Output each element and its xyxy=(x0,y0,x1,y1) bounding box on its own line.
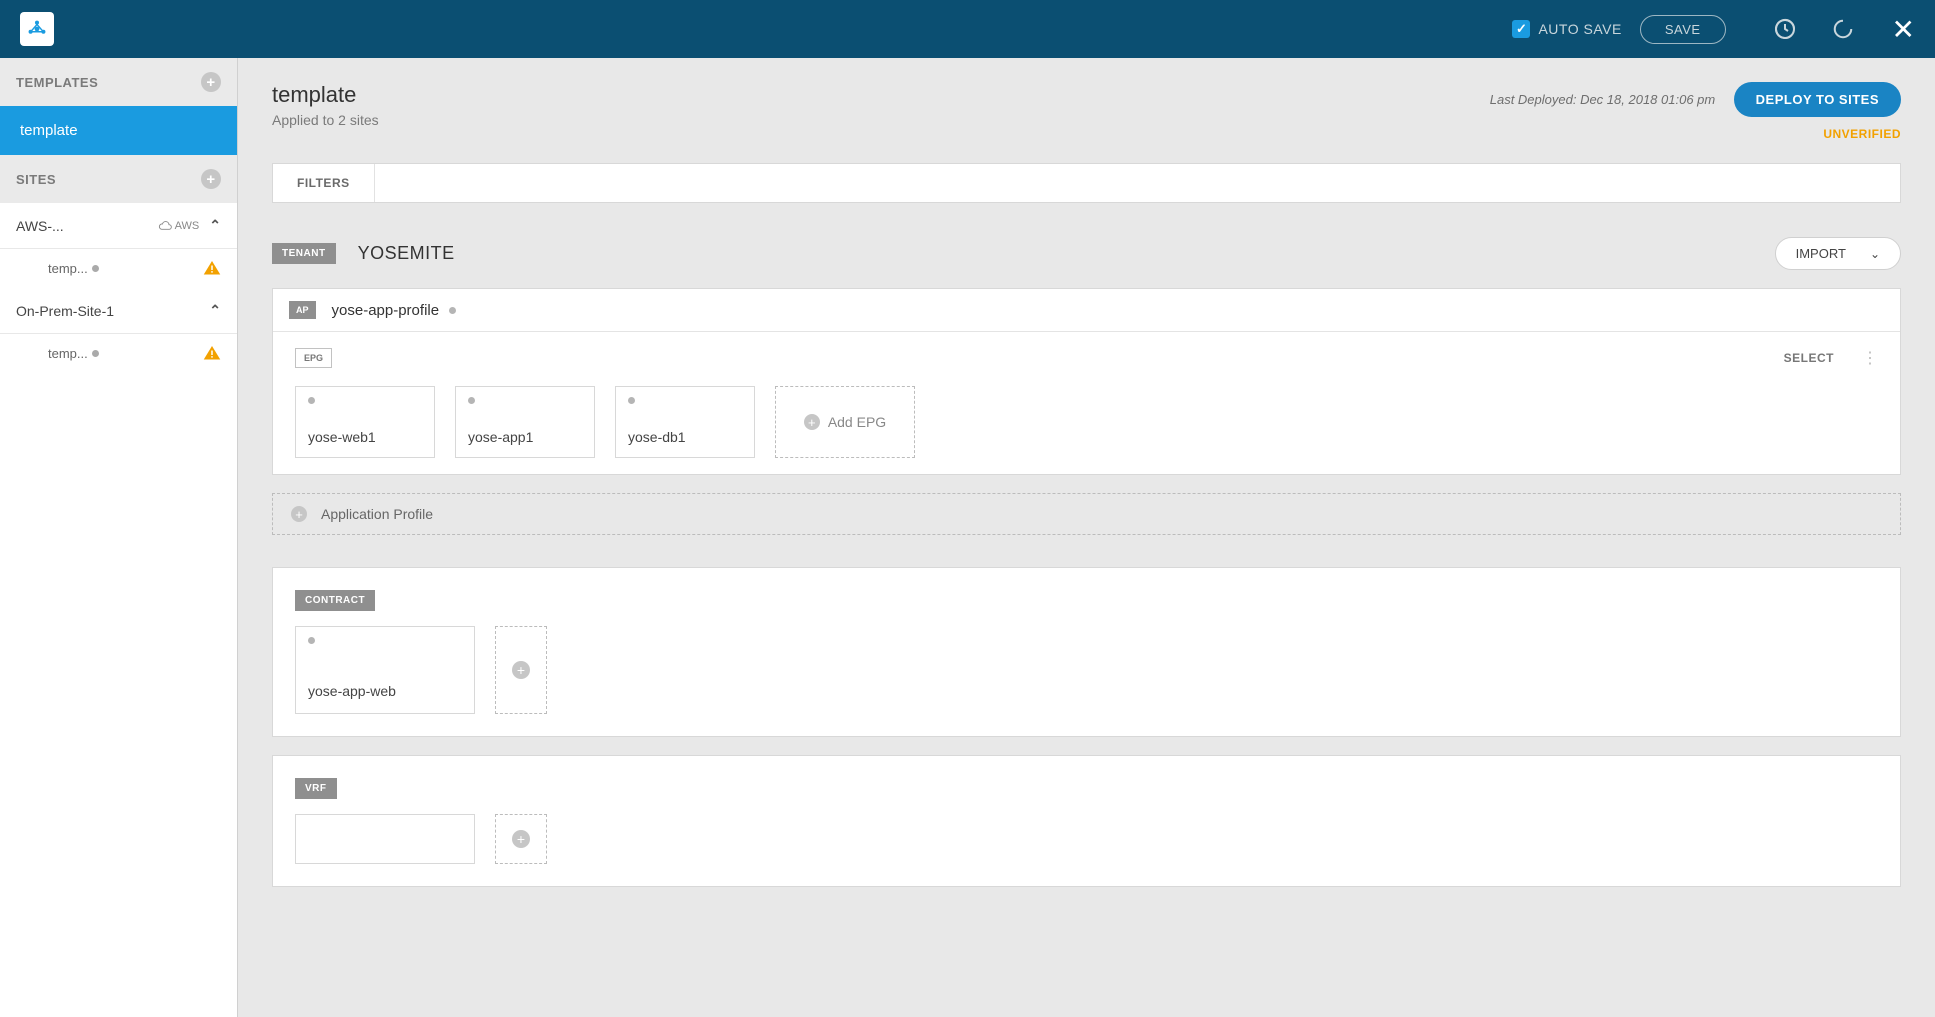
sidebar-sites-label: SITES xyxy=(16,172,56,187)
contract-badge: CONTRACT xyxy=(295,590,375,611)
plus-icon: + xyxy=(512,661,530,679)
status-dot-icon xyxy=(449,307,456,314)
epg-card[interactable]: yose-db1 xyxy=(615,386,755,458)
sidebar-templates-header: TEMPLATES + xyxy=(0,58,237,106)
contract-card[interactable]: yose-app-web xyxy=(295,626,475,714)
status-dot-icon xyxy=(468,397,475,404)
status-dot-icon xyxy=(308,637,315,644)
page-title: template xyxy=(272,82,379,108)
filters-bar: FILTERS xyxy=(272,163,1901,203)
applied-sites-text: Applied to 2 sites xyxy=(272,112,379,128)
app-profile-header[interactable]: AP yose-app-profile xyxy=(273,289,1900,332)
filters-input[interactable] xyxy=(375,164,1900,202)
site-subtemplate[interactable]: temp... xyxy=(0,249,237,288)
save-button[interactable]: SAVE xyxy=(1640,15,1726,44)
tenant-name: YOSEMITE xyxy=(358,243,455,264)
epg-card[interactable]: yose-web1 xyxy=(295,386,435,458)
close-icon[interactable]: ✕ xyxy=(1892,13,1915,46)
plus-icon: + xyxy=(291,506,307,522)
status-dot-icon xyxy=(308,397,315,404)
refresh-clock-icon[interactable] xyxy=(1772,16,1798,42)
add-epg-button[interactable]: + Add EPG xyxy=(775,386,915,458)
sidebar-sites-header: SITES + xyxy=(0,155,237,203)
plus-icon: + xyxy=(804,414,820,430)
select-button[interactable]: SELECT xyxy=(1784,351,1834,365)
app-profile-panel: AP yose-app-profile EPG SELECT ⋮ yose-we… xyxy=(272,288,1901,475)
chevron-up-icon: ⌃ xyxy=(209,217,221,234)
add-template-icon[interactable]: + xyxy=(201,72,221,92)
sidebar-templates-label: TEMPLATES xyxy=(16,75,98,90)
import-button[interactable]: IMPORT ⌄ xyxy=(1775,237,1901,270)
sidebar-template-item[interactable]: template xyxy=(0,106,237,155)
epg-card[interactable]: yose-app1 xyxy=(455,386,595,458)
site-name: AWS-... xyxy=(16,218,153,234)
top-bar: ✓ AUTO SAVE SAVE ✕ xyxy=(0,0,1935,58)
vrf-panel: VRF + xyxy=(272,755,1901,887)
epg-badge: EPG xyxy=(295,348,332,368)
sidebar-site-aws[interactable]: AWS-... AWS ⌃ xyxy=(0,203,237,249)
sidebar: TEMPLATES + template SITES + AWS-... AWS… xyxy=(0,58,238,1017)
status-dot-icon xyxy=(628,397,635,404)
plus-icon: + xyxy=(512,830,530,848)
add-contract-button[interactable]: + xyxy=(495,626,547,714)
status-dot-icon xyxy=(92,265,99,272)
add-site-icon[interactable]: + xyxy=(201,169,221,189)
sidebar-site-onprem[interactable]: On-Prem-Site-1 ⌃ xyxy=(0,288,237,334)
app-profile-name: yose-app-profile xyxy=(332,302,440,319)
tenant-badge: TENANT xyxy=(272,243,336,264)
chevron-up-icon: ⌃ xyxy=(209,302,221,319)
cloud-icon: AWS xyxy=(157,220,200,232)
add-application-profile-button[interactable]: + Application Profile xyxy=(272,493,1901,535)
filters-label: FILTERS xyxy=(273,164,375,202)
chevron-down-icon: ⌄ xyxy=(1870,247,1880,261)
ap-badge: AP xyxy=(289,301,316,319)
autosave-label: AUTO SAVE xyxy=(1538,21,1621,37)
loading-icon[interactable] xyxy=(1830,16,1856,42)
vrf-card[interactable] xyxy=(295,814,475,864)
add-vrf-button[interactable]: + xyxy=(495,814,547,864)
vrf-badge: VRF xyxy=(295,778,337,799)
contract-panel: CONTRACT yose-app-web + xyxy=(272,567,1901,737)
kebab-menu-icon[interactable]: ⋮ xyxy=(1862,348,1878,368)
app-logo-icon[interactable] xyxy=(20,12,54,46)
warning-icon xyxy=(203,259,221,278)
site-subtemplate[interactable]: temp... xyxy=(0,334,237,373)
deploy-button[interactable]: DEPLOY TO SITES xyxy=(1734,82,1901,117)
warning-icon xyxy=(203,344,221,363)
main-content: template Applied to 2 sites Last Deploye… xyxy=(238,58,1935,1017)
status-dot-icon xyxy=(92,350,99,357)
checkbox-checked-icon: ✓ xyxy=(1512,20,1530,38)
last-deployed-text: Last Deployed: Dec 18, 2018 01:06 pm xyxy=(1490,92,1715,107)
status-badge: UNVERIFIED xyxy=(1490,127,1901,141)
autosave-toggle[interactable]: ✓ AUTO SAVE xyxy=(1512,20,1621,38)
site-name: On-Prem-Site-1 xyxy=(16,303,209,319)
